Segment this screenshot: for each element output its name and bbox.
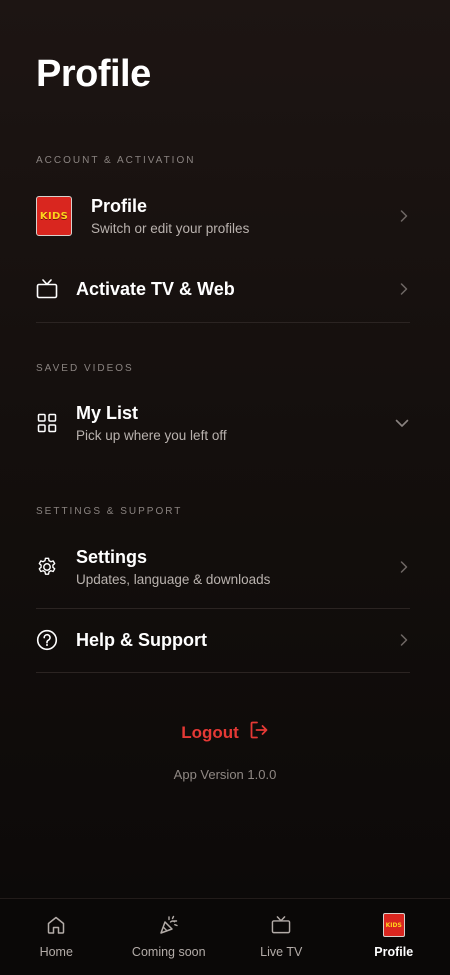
profile-row-subtitle: Switch or edit your profiles — [91, 221, 250, 236]
divider — [36, 608, 410, 609]
profile-row[interactable]: KIDS Profile Switch or edit your profile… — [36, 195, 410, 237]
tab-profile-avatar: KIDS — [382, 913, 405, 937]
tab-profile[interactable]: KIDS Profile — [338, 899, 450, 975]
tab-profile-label: Profile — [374, 945, 414, 959]
tab-home[interactable]: Home — [0, 899, 113, 975]
activate-row-title: Activate TV & Web — [76, 279, 235, 299]
settings-row[interactable]: Settings Updates, language & downloads — [36, 546, 410, 588]
tab-live-tv-label: Live TV — [260, 945, 303, 959]
chevron-down-icon — [392, 415, 412, 431]
section-label-account: ACCOUNT & ACTIVATION — [36, 155, 196, 166]
divider — [36, 322, 410, 323]
kids-avatar-label: KIDS — [39, 210, 69, 222]
profile-screen: Profile ACCOUNT & ACTIVATION KIDS Profil… — [0, 0, 450, 975]
tv-icon — [36, 278, 58, 300]
logout-button[interactable]: Logout — [0, 720, 450, 745]
section-label-settings-support: SETTINGS & SUPPORT — [36, 506, 183, 517]
chevron-right-icon — [396, 559, 412, 575]
tab-coming-soon-label: Coming soon — [131, 945, 206, 959]
my-list-row[interactable]: My List Pick up where you left off — [36, 402, 410, 444]
profile-row-title: Profile — [91, 196, 148, 216]
help-support-row[interactable]: Help & Support — [36, 629, 410, 651]
party-popper-icon — [157, 913, 181, 937]
kids-avatar: KIDS — [36, 196, 72, 236]
app-version: App Version 1.0.0 — [173, 767, 277, 782]
gear-icon — [36, 556, 58, 578]
section-label-saved-videos: SAVED VIDEOS — [36, 363, 134, 374]
settings-row-subtitle: Updates, language & downloads — [76, 572, 271, 587]
activate-tv-web-row[interactable]: Activate TV & Web — [36, 278, 410, 300]
settings-row-title: Settings — [76, 547, 148, 567]
my-list-row-subtitle: Pick up where you left off — [76, 428, 227, 443]
tv-icon — [269, 913, 293, 937]
grid-icon — [36, 412, 58, 434]
profile-row-text: Profile Switch or edit your profiles — [91, 195, 396, 237]
page-title: Profile — [36, 53, 151, 95]
bottom-tab-bar: Home Coming soon Live TV KIDS Profile — [0, 898, 450, 975]
help-row-text: Help & Support — [76, 629, 396, 651]
help-row-title: Help & Support — [76, 630, 207, 650]
logout-label: Logout — [181, 722, 239, 742]
my-list-row-text: My List Pick up where you left off — [76, 402, 392, 444]
divider — [36, 672, 410, 673]
my-list-row-title: My List — [76, 403, 139, 423]
tab-live-tv[interactable]: Live TV — [225, 899, 338, 975]
logout-icon — [249, 720, 269, 745]
kids-avatar-icon: KIDS — [382, 913, 406, 937]
home-icon — [44, 913, 68, 937]
help-circle-icon — [36, 629, 58, 651]
tab-avatar-label: KIDS — [385, 921, 402, 929]
settings-row-text: Settings Updates, language & downloads — [76, 546, 396, 588]
tab-home-label: Home — [39, 945, 73, 959]
chevron-right-icon — [396, 281, 412, 297]
chevron-right-icon — [396, 632, 412, 648]
tab-coming-soon[interactable]: Coming soon — [113, 899, 226, 975]
activate-row-text: Activate TV & Web — [76, 278, 396, 300]
chevron-right-icon — [396, 208, 412, 224]
